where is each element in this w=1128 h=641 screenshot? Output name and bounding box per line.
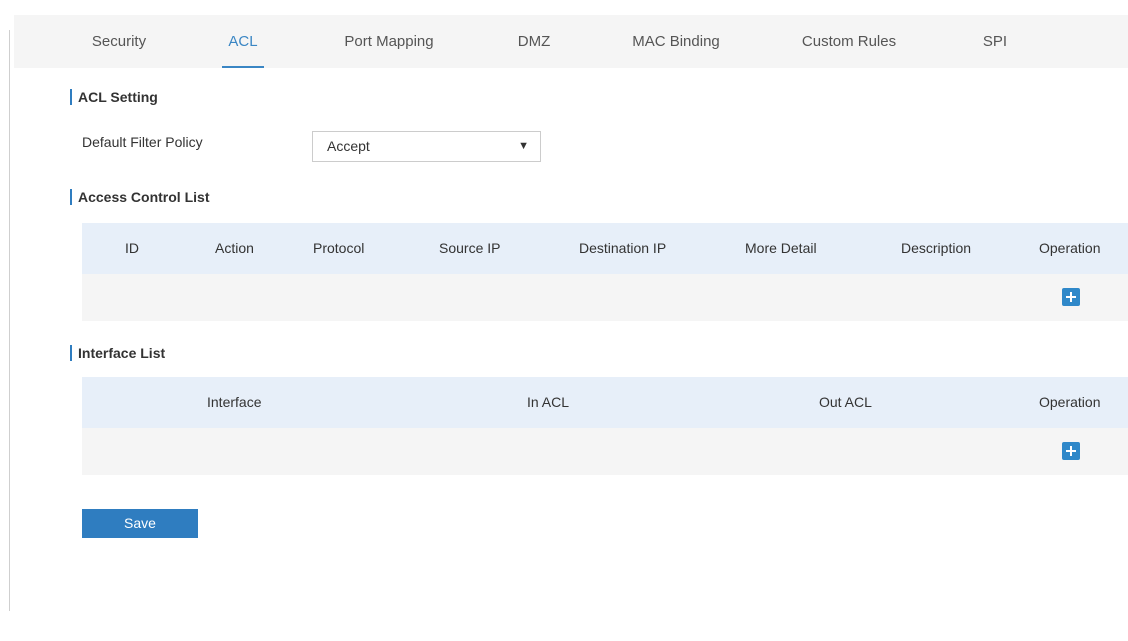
- default-filter-policy-select[interactable]: Accept ▼: [312, 131, 541, 162]
- col-action: Action: [215, 240, 254, 256]
- col-description: Description: [901, 240, 972, 256]
- tab-custom-rules[interactable]: Custom Rules: [799, 15, 899, 68]
- interface-table-header: Interface In ACL Out ACL Operation: [82, 377, 1128, 428]
- tab-spi[interactable]: SPI: [976, 15, 1014, 68]
- col-interface: Interface: [207, 394, 262, 410]
- tab-security[interactable]: Security: [87, 15, 151, 68]
- default-filter-policy-label: Default Filter Policy: [82, 134, 203, 150]
- col-out-acl: Out ACL: [819, 394, 872, 410]
- tab-mac-binding[interactable]: MAC Binding: [624, 15, 728, 68]
- col-more-detail: More Detail: [745, 240, 817, 256]
- col-protocol: Protocol: [313, 240, 365, 256]
- section-marker: [70, 89, 72, 105]
- interface-table-row: [82, 428, 1128, 475]
- tab-dmz[interactable]: DMZ: [510, 15, 558, 68]
- acl-table-header: ID Action Protocol Source IP Destination…: [82, 223, 1128, 274]
- tab-bar: Security ACL Port Mapping DMZ MAC Bindin…: [14, 15, 1128, 68]
- tab-port-mapping[interactable]: Port Mapping: [335, 15, 443, 68]
- section-marker: [70, 189, 72, 205]
- add-acl-rule-button[interactable]: [1062, 288, 1080, 306]
- col-in-acl: In ACL: [527, 394, 570, 410]
- col-id: ID: [125, 240, 139, 256]
- acl-setting-title: ACL Setting: [78, 89, 158, 105]
- caret-down-icon: ▼: [518, 140, 529, 152]
- interface-list-title: Interface List: [78, 345, 166, 361]
- access-control-list-title: Access Control List: [78, 189, 210, 205]
- col-destination-ip: Destination IP: [579, 240, 667, 256]
- left-border: [9, 30, 10, 611]
- col-source-ip: Source IP: [439, 240, 501, 256]
- active-tab-indicator: [222, 66, 264, 68]
- default-filter-policy-value: Accept: [327, 138, 370, 154]
- add-interface-button[interactable]: [1062, 442, 1080, 460]
- save-button[interactable]: Save: [82, 509, 198, 538]
- col-operation: Operation: [1039, 240, 1101, 256]
- tab-acl[interactable]: ACL: [222, 15, 264, 68]
- acl-table-row: [82, 274, 1128, 321]
- col-operation: Operation: [1039, 394, 1101, 410]
- section-marker: [70, 345, 72, 361]
